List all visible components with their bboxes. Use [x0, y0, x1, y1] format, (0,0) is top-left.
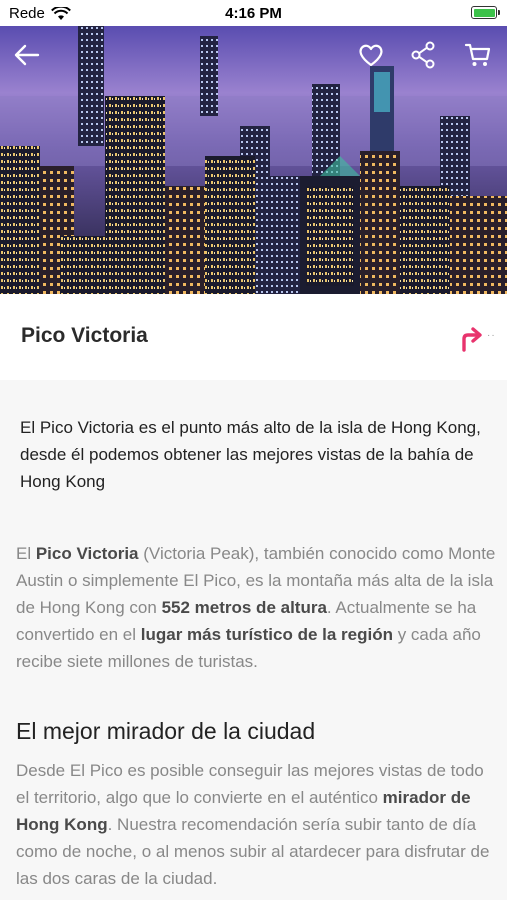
share-icon: [411, 41, 435, 69]
status-bar: Rede 4:16 PM: [0, 0, 507, 26]
turn-right-arrow-icon: [462, 327, 482, 352]
place-header: Pico Victoria: [0, 294, 507, 380]
description-paragraph-2: Desde El Pico es posible conseguir las m…: [16, 761, 490, 888]
place-title: Pico Victoria: [21, 324, 148, 347]
favorite-button[interactable]: [356, 40, 386, 70]
status-time: 4:16 PM: [225, 5, 282, 22]
intro-text: El Pico Victoria es el punto más alto de…: [20, 418, 481, 491]
directions-button[interactable]: [458, 326, 484, 357]
cart-button[interactable]: [463, 40, 493, 70]
more-indicator: ··: [487, 330, 496, 341]
battery-icon: [471, 6, 500, 19]
share-button[interactable]: [409, 40, 439, 70]
cart-icon: [464, 43, 491, 66]
description-paragraph: El Pico Victoria (Victoria Peak), tambié…: [16, 544, 496, 671]
back-button[interactable]: [12, 40, 42, 70]
arrow-left-icon: [14, 44, 40, 66]
hero-image: [0, 26, 507, 294]
section-heading: El mejor mirador de la ciudad: [16, 718, 316, 744]
heart-icon: [359, 44, 383, 67]
